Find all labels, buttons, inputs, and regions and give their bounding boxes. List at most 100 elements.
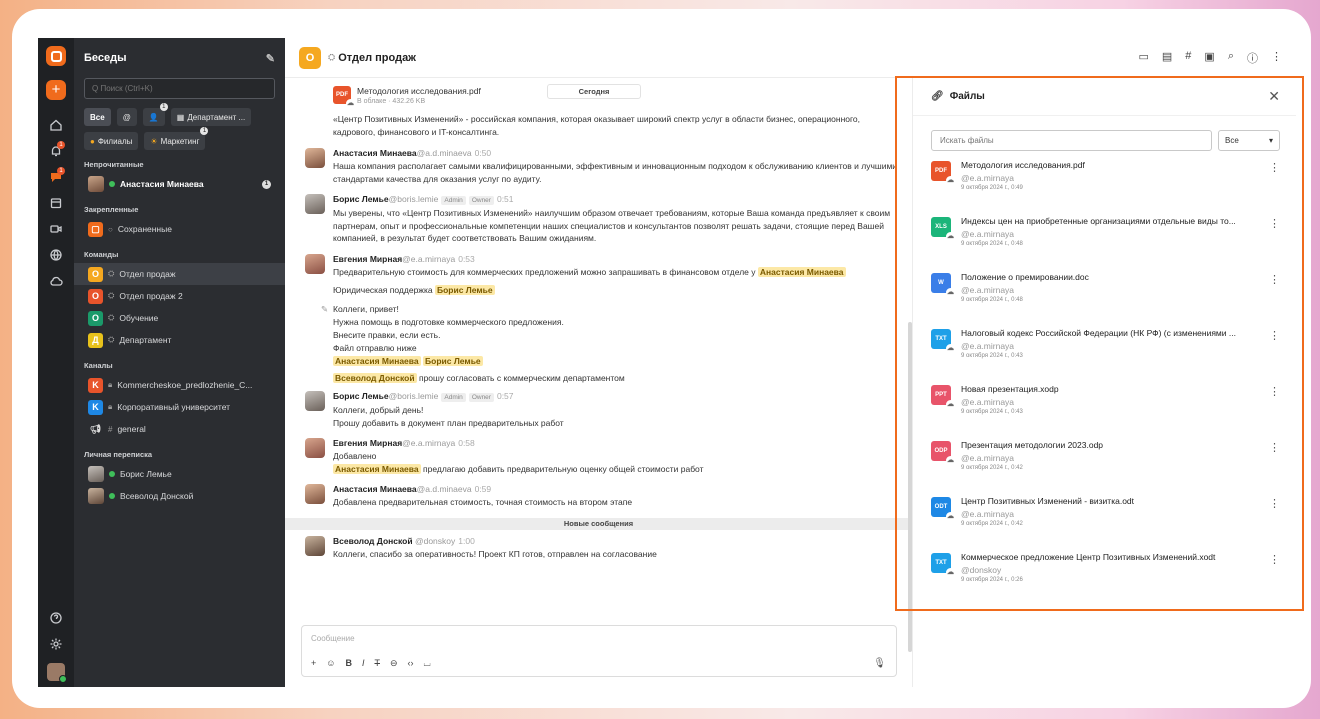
- file-item[interactable]: TXT Коммерческое предложение Центр Позит…: [931, 549, 1280, 599]
- chat-item-team-4[interactable]: Д ⛭ Департамент: [74, 329, 285, 351]
- video-icon[interactable]: [38, 216, 74, 242]
- file-item[interactable]: W Положение о премировании.doc@e.a.mirna…: [931, 269, 1280, 319]
- bell-icon[interactable]: 1: [38, 138, 74, 164]
- left-rail: + 1 1: [38, 38, 74, 687]
- chat-search-input[interactable]: [84, 78, 275, 99]
- mention[interactable]: Борис Лемье: [434, 285, 495, 295]
- chat-icon[interactable]: 1: [38, 164, 74, 190]
- link-icon[interactable]: ⊖: [390, 658, 398, 669]
- chip-person[interactable]: 👤 1: [142, 103, 168, 126]
- info-icon[interactable]: ⓘ: [1247, 50, 1258, 66]
- date-divider: Сегодня: [547, 84, 641, 99]
- mention[interactable]: Анастасия Минаева: [757, 266, 846, 277]
- chats-sidebar: Беседы ✎ Все @ 👤1 ▦Департамент ... ●Фили…: [74, 38, 285, 687]
- chip-department[interactable]: ▦ Департамент ...: [170, 108, 252, 126]
- chevron-down-icon: ▾: [1268, 136, 1273, 145]
- user-avatar[interactable]: [47, 663, 67, 683]
- compose-icon[interactable]: ✎: [266, 52, 275, 65]
- chip-branches[interactable]: ● Филиалы: [84, 132, 139, 150]
- unread-count: 1: [262, 179, 271, 189]
- conversation: Сегодня PDF Методология исследования.pdf…: [285, 78, 912, 687]
- text-file-icon: TXT: [931, 553, 955, 577]
- team-icon: ⛭: [108, 313, 115, 322]
- more-icon[interactable]: ⋮: [1269, 329, 1280, 342]
- more-icon[interactable]: ⋮: [1269, 217, 1280, 230]
- settings-icon[interactable]: [38, 631, 74, 657]
- more-icon[interactable]: ⋮: [1269, 161, 1280, 174]
- add-icon[interactable]: +: [311, 658, 316, 669]
- more-icon[interactable]: ⋮: [1269, 441, 1280, 454]
- filter-chips: Все @ 👤 1 ▦ Департамент ... ● Филиалы ☀ Марк…: [84, 103, 275, 150]
- message-text: «Центр Позитивных Изменений» - российска…: [333, 114, 861, 137]
- quote-icon[interactable]: ⌴: [424, 658, 431, 669]
- file-item[interactable]: XLS Индексы цен на приобретенные организ…: [931, 213, 1280, 263]
- chip-mentions[interactable]: @: [116, 108, 137, 126]
- bookmark-icon: ▢: [88, 221, 103, 237]
- more-icon[interactable]: ⋮: [1269, 497, 1280, 510]
- chat-item-personal-1[interactable]: Борис Лемье: [74, 463, 285, 485]
- mention[interactable]: Анастасия Минаева: [333, 463, 421, 474]
- avatar: [88, 488, 104, 504]
- chat-item-channel-2[interactable]: K 🔒︎ Корпоративный университет: [74, 396, 285, 418]
- section-pinned: Закрепленные: [84, 205, 139, 214]
- file-item[interactable]: TXT Налоговый кодекс Российской Федераци…: [931, 325, 1280, 375]
- files-filter-select[interactable]: Все ▾: [1218, 130, 1280, 151]
- code-icon[interactable]: ‹›: [408, 658, 414, 669]
- message-composer[interactable]: Сообщение + ☺ B I T ⊖ ‹› ⌴ 🎙︎: [301, 625, 897, 677]
- bold-icon[interactable]: B: [345, 658, 352, 669]
- avatar: [305, 148, 325, 168]
- more-icon[interactable]: ⋮: [1269, 553, 1280, 566]
- italic-icon[interactable]: I: [362, 658, 365, 669]
- role-badge: Owner: [468, 196, 494, 205]
- chat-item-team-1[interactable]: О ⛭ Отдел продаж: [74, 263, 285, 285]
- threads-icon[interactable]: ▤: [1162, 50, 1172, 66]
- chat-item-team-2[interactable]: О ⛭ Отдел продаж 2: [74, 285, 285, 307]
- mention[interactable]: Всеволод Донской: [333, 373, 417, 383]
- online-indicator: [109, 493, 115, 499]
- create-button[interactable]: +: [46, 80, 66, 100]
- chat-item-personal-2[interactable]: Всеволод Донской: [74, 485, 285, 507]
- presentation-file-icon: ODP: [931, 441, 955, 465]
- chat-item-channel-3[interactable]: 📢︎ # general: [74, 418, 285, 440]
- document-file-icon: ODT: [931, 497, 955, 521]
- file-item[interactable]: PDF Методология исследования.pdf@e.a.mir…: [931, 157, 1280, 207]
- chat-item-team-3[interactable]: О ⛭ Обучение: [74, 307, 285, 329]
- files-search-input[interactable]: [931, 130, 1212, 151]
- message: Евгения Мирная@e.a.mirnaya 0:53 Предварит…: [305, 253, 902, 279]
- more-icon[interactable]: ⋮: [1271, 50, 1282, 66]
- role-badge: Owner: [468, 393, 494, 402]
- video-call-icon[interactable]: ▭: [1138, 50, 1148, 66]
- mic-icon[interactable]: 🎙︎: [873, 658, 886, 669]
- globe-icon[interactable]: [38, 242, 74, 268]
- avatar: [88, 466, 104, 482]
- file-item[interactable]: ODP Презентация методологии 2023.odp@e.a…: [931, 437, 1280, 487]
- file-item[interactable]: ODT Центр Позитивных Изменений - визитка…: [931, 493, 1280, 543]
- megaphone-icon: 📢︎: [89, 423, 102, 434]
- mention[interactable]: Анастасия Минаева: [333, 356, 421, 366]
- chat-item-unread[interactable]: Анастасия Минаева 1: [74, 173, 285, 195]
- search-icon[interactable]: ⌕: [1228, 50, 1234, 66]
- sidebar-title: Беседы: [84, 52, 127, 64]
- online-indicator: [109, 471, 115, 477]
- chat-item-channel-1[interactable]: K 🔒︎ Kommercheskoe_predlozhenie_C...: [74, 374, 285, 396]
- calendar-icon[interactable]: [38, 190, 74, 216]
- new-messages-divider: Новые сообщения: [285, 517, 912, 530]
- mention[interactable]: Борис Лемье: [423, 356, 483, 366]
- chip-all[interactable]: Все: [84, 108, 111, 126]
- emoji-icon[interactable]: ☺: [326, 658, 335, 669]
- more-icon[interactable]: ⋮: [1269, 385, 1280, 398]
- file-item[interactable]: PPT Новая презентация.xodp@e.a.mirnaya9 …: [931, 381, 1280, 431]
- more-icon[interactable]: ⋮: [1269, 273, 1280, 286]
- main-area: О ⛭ Отдел продаж ▭ ▤ # ▣ ⌕ ⓘ ⋮ Сегодня P…: [285, 38, 1296, 687]
- cloud-icon[interactable]: [38, 268, 74, 294]
- discussion-icon[interactable]: ▣: [1204, 50, 1214, 66]
- chip-marketing[interactable]: ☀ Маркетинг 1: [144, 127, 209, 150]
- help-icon[interactable]: [38, 605, 74, 631]
- channels-icon[interactable]: #: [1185, 50, 1191, 66]
- avatar: [305, 535, 325, 556]
- avatar: [305, 194, 325, 214]
- chat-item-saved[interactable]: ▢ ○ Сохраненные: [74, 218, 285, 240]
- strike-icon[interactable]: T: [374, 658, 380, 669]
- home-icon[interactable]: [38, 112, 74, 138]
- close-icon[interactable]: ✕: [1268, 88, 1280, 105]
